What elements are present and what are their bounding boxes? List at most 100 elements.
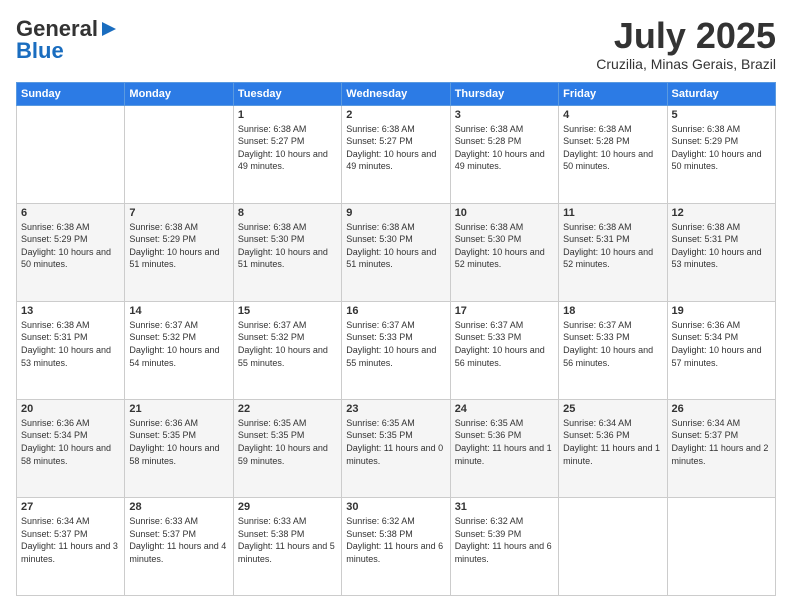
calendar-day-cell: 29 Sunrise: 6:33 AM Sunset: 5:38 PM Dayli… (233, 497, 341, 595)
day-info: Sunrise: 6:35 AM Sunset: 5:36 PM Dayligh… (455, 417, 554, 467)
calendar-table: SundayMondayTuesdayWednesdayThursdayFrid… (16, 82, 776, 596)
day-info: Sunrise: 6:33 AM Sunset: 5:38 PM Dayligh… (238, 515, 337, 565)
calendar-day-cell: 28 Sunrise: 6:33 AM Sunset: 5:37 PM Dayli… (125, 497, 233, 595)
day-info: Sunrise: 6:36 AM Sunset: 5:34 PM Dayligh… (21, 417, 120, 467)
day-info: Sunrise: 6:38 AM Sunset: 5:31 PM Dayligh… (563, 221, 662, 271)
day-info: Sunrise: 6:38 AM Sunset: 5:29 PM Dayligh… (672, 123, 771, 173)
calendar-header-row: SundayMondayTuesdayWednesdayThursdayFrid… (17, 82, 776, 105)
day-number: 5 (672, 109, 771, 121)
calendar-day-cell: 2Sunrise: 6:38 AM Sunset: 5:27 PM Daylig… (342, 105, 450, 203)
day-info: Sunrise: 6:38 AM Sunset: 5:28 PM Dayligh… (455, 123, 554, 173)
logo-blue-text: Blue (16, 38, 64, 64)
day-number: 18 (563, 305, 662, 317)
day-number: 15 (238, 305, 337, 317)
calendar-day-cell: 18 Sunrise: 6:37 AM Sunset: 5:33 PM Dayli… (559, 301, 667, 399)
day-number: 2 (346, 109, 445, 121)
day-info: Sunrise: 6:33 AM Sunset: 5:37 PM Dayligh… (129, 515, 228, 565)
calendar-day-cell: 20 Sunrise: 6:36 AM Sunset: 5:34 PM Dayli… (17, 399, 125, 497)
calendar-day-cell: 7 Sunrise: 6:38 AM Sunset: 5:29 PM Daylig… (125, 203, 233, 301)
day-number: 26 (672, 403, 771, 415)
day-number: 7 (129, 207, 228, 219)
day-number: 8 (238, 207, 337, 219)
calendar-day-cell: 5 Sunrise: 6:38 AM Sunset: 5:29 PM Daylig… (667, 105, 775, 203)
calendar-day-cell: 14 Sunrise: 6:37 AM Sunset: 5:32 PM Dayli… (125, 301, 233, 399)
weekday-header: Monday (125, 82, 233, 105)
day-info: Sunrise: 6:38 AM Sunset: 5:31 PM Dayligh… (672, 221, 771, 271)
day-number: 22 (238, 403, 337, 415)
day-info: Sunrise: 6:37 AM Sunset: 5:33 PM Dayligh… (455, 319, 554, 369)
calendar-day-cell: 17Sunrise: 6:37 AM Sunset: 5:33 PM Dayli… (450, 301, 558, 399)
calendar-day-cell: 12 Sunrise: 6:38 AM Sunset: 5:31 PM Dayli… (667, 203, 775, 301)
day-number: 14 (129, 305, 228, 317)
day-number: 6 (21, 207, 120, 219)
day-number: 3 (455, 109, 554, 121)
calendar-day-cell: 4 Sunrise: 6:38 AM Sunset: 5:28 PM Daylig… (559, 105, 667, 203)
calendar-day-cell: 13 Sunrise: 6:38 AM Sunset: 5:31 PM Dayli… (17, 301, 125, 399)
day-info: Sunrise: 6:38 AM Sunset: 5:29 PM Dayligh… (129, 221, 228, 271)
calendar-week-row: 20 Sunrise: 6:36 AM Sunset: 5:34 PM Dayli… (17, 399, 776, 497)
day-info: Sunrise: 6:32 AM Sunset: 5:39 PM Dayligh… (455, 515, 554, 565)
calendar-day-cell: 26Sunrise: 6:34 AM Sunset: 5:37 PM Dayli… (667, 399, 775, 497)
calendar-day-cell: 1Sunrise: 6:38 AM Sunset: 5:27 PM Daylig… (233, 105, 341, 203)
calendar-day-cell: 21Sunrise: 6:36 AM Sunset: 5:35 PM Dayli… (125, 399, 233, 497)
day-info: Sunrise: 6:35 AM Sunset: 5:35 PM Dayligh… (346, 417, 445, 467)
day-number: 13 (21, 305, 120, 317)
calendar-day-cell: 15 Sunrise: 6:37 AM Sunset: 5:32 PM Dayli… (233, 301, 341, 399)
day-number: 4 (563, 109, 662, 121)
day-number: 29 (238, 501, 337, 513)
day-number: 12 (672, 207, 771, 219)
day-info: Sunrise: 6:37 AM Sunset: 5:33 PM Dayligh… (563, 319, 662, 369)
calendar-day-cell: 31Sunrise: 6:32 AM Sunset: 5:39 PM Dayli… (450, 497, 558, 595)
day-number: 30 (346, 501, 445, 513)
weekday-header: Thursday (450, 82, 558, 105)
calendar-day-cell (667, 497, 775, 595)
month-title: July 2025 (596, 16, 776, 56)
weekday-header: Saturday (667, 82, 775, 105)
day-info: Sunrise: 6:34 AM Sunset: 5:36 PM Dayligh… (563, 417, 662, 467)
day-info: Sunrise: 6:36 AM Sunset: 5:35 PM Dayligh… (129, 417, 228, 467)
day-number: 20 (21, 403, 120, 415)
day-number: 10 (455, 207, 554, 219)
calendar-day-cell (559, 497, 667, 595)
calendar-day-cell: 30 Sunrise: 6:32 AM Sunset: 5:38 PM Dayli… (342, 497, 450, 595)
day-info: Sunrise: 6:38 AM Sunset: 5:31 PM Dayligh… (21, 319, 120, 369)
location: Cruzilia, Minas Gerais, Brazil (596, 56, 776, 72)
calendar-day-cell: 9 Sunrise: 6:38 AM Sunset: 5:30 PM Daylig… (342, 203, 450, 301)
calendar-day-cell: 10Sunrise: 6:38 AM Sunset: 5:30 PM Dayli… (450, 203, 558, 301)
day-number: 16 (346, 305, 445, 317)
weekday-header: Friday (559, 82, 667, 105)
day-info: Sunrise: 6:38 AM Sunset: 5:30 PM Dayligh… (238, 221, 337, 271)
calendar-day-cell (17, 105, 125, 203)
day-number: 28 (129, 501, 228, 513)
calendar-day-cell (125, 105, 233, 203)
calendar-day-cell: 19 Sunrise: 6:36 AM Sunset: 5:34 PM Dayli… (667, 301, 775, 399)
day-number: 19 (672, 305, 771, 317)
day-info: Sunrise: 6:38 AM Sunset: 5:27 PM Dayligh… (238, 123, 337, 173)
day-info: Sunrise: 6:38 AM Sunset: 5:28 PM Dayligh… (563, 123, 662, 173)
logo: General Blue (16, 16, 118, 64)
day-info: Sunrise: 6:37 AM Sunset: 5:33 PM Dayligh… (346, 319, 445, 369)
weekday-header: Sunday (17, 82, 125, 105)
day-info: Sunrise: 6:36 AM Sunset: 5:34 PM Dayligh… (672, 319, 771, 369)
calendar-day-cell: 11 Sunrise: 6:38 AM Sunset: 5:31 PM Dayli… (559, 203, 667, 301)
weekday-header: Wednesday (342, 82, 450, 105)
day-info: Sunrise: 6:37 AM Sunset: 5:32 PM Dayligh… (129, 319, 228, 369)
calendar-day-cell: 25Sunrise: 6:34 AM Sunset: 5:36 PM Dayli… (559, 399, 667, 497)
day-info: Sunrise: 6:34 AM Sunset: 5:37 PM Dayligh… (21, 515, 120, 565)
weekday-header: Tuesday (233, 82, 341, 105)
day-number: 11 (563, 207, 662, 219)
calendar-week-row: 13 Sunrise: 6:38 AM Sunset: 5:31 PM Dayli… (17, 301, 776, 399)
day-info: Sunrise: 6:38 AM Sunset: 5:30 PM Dayligh… (346, 221, 445, 271)
calendar-day-cell: 24Sunrise: 6:35 AM Sunset: 5:36 PM Dayli… (450, 399, 558, 497)
title-block: July 2025 Cruzilia, Minas Gerais, Brazil (596, 16, 776, 72)
calendar-week-row: 27 Sunrise: 6:34 AM Sunset: 5:37 PM Dayli… (17, 497, 776, 595)
calendar-week-row: 1Sunrise: 6:38 AM Sunset: 5:27 PM Daylig… (17, 105, 776, 203)
calendar-day-cell: 8 Sunrise: 6:38 AM Sunset: 5:30 PM Daylig… (233, 203, 341, 301)
header: General Blue July 2025 Cruzilia, Minas G… (16, 16, 776, 72)
day-info: Sunrise: 6:38 AM Sunset: 5:29 PM Dayligh… (21, 221, 120, 271)
day-number: 27 (21, 501, 120, 513)
calendar-day-cell: 16 Sunrise: 6:37 AM Sunset: 5:33 PM Dayli… (342, 301, 450, 399)
day-info: Sunrise: 6:32 AM Sunset: 5:38 PM Dayligh… (346, 515, 445, 565)
day-info: Sunrise: 6:37 AM Sunset: 5:32 PM Dayligh… (238, 319, 337, 369)
day-number: 9 (346, 207, 445, 219)
